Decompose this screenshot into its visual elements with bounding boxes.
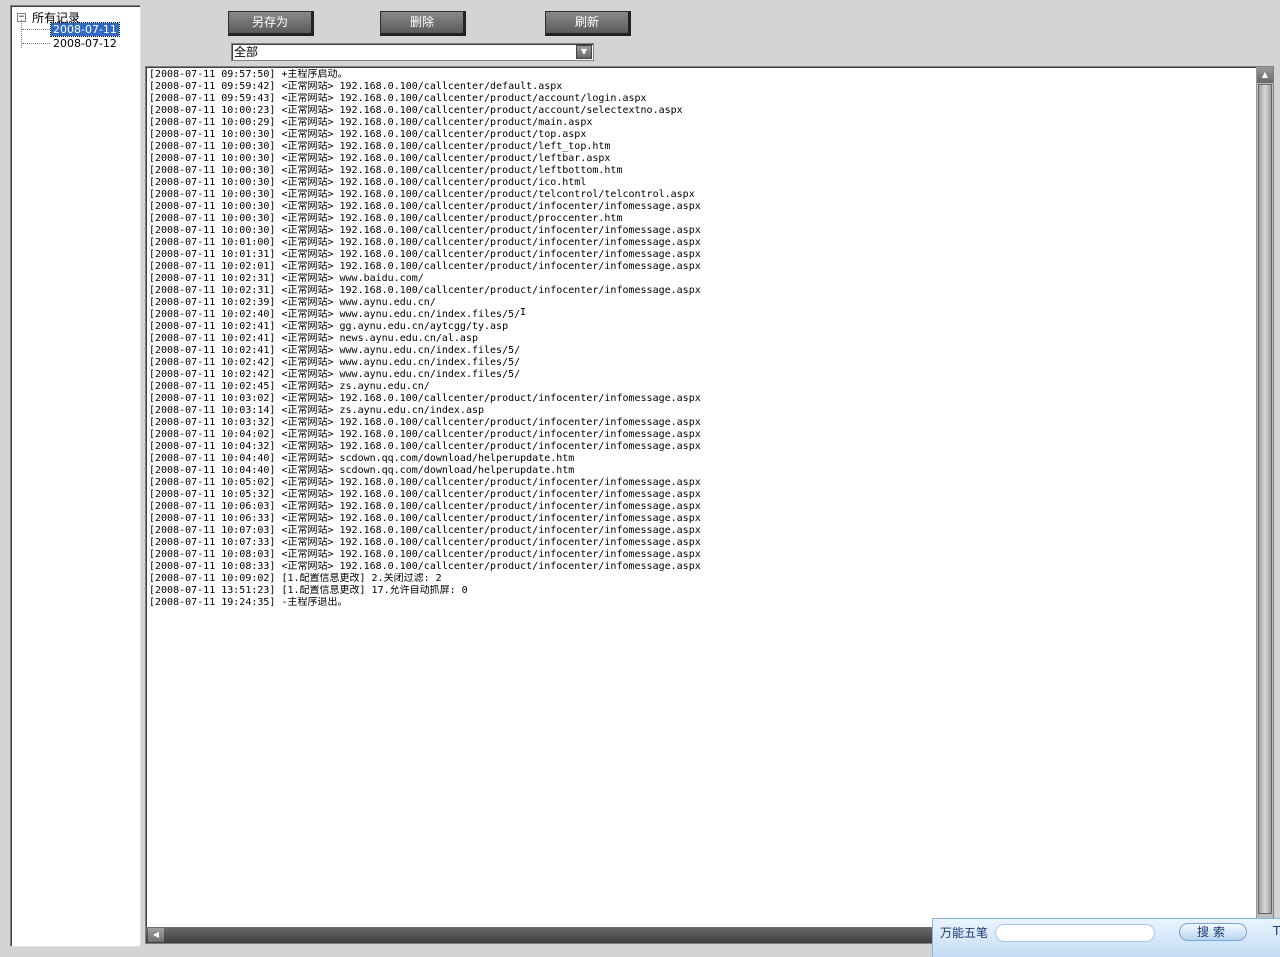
log-line: [2008-07-11 19:24:35] -主程序退出。 bbox=[149, 597, 348, 608]
log-line: [2008-07-11 10:02:41] <正常网站> www.aynu.ed… bbox=[149, 345, 521, 356]
log-line: [2008-07-11 13:51:23] [1.配置信息更改] 17.允许自动… bbox=[149, 585, 468, 596]
log-line: [2008-07-11 10:02:42] <正常网站> www.aynu.ed… bbox=[149, 357, 521, 368]
tree-connector bbox=[22, 43, 50, 44]
record-tree[interactable]: − 所有记录 2008-07-11 2008-07-12 bbox=[10, 5, 141, 947]
log-line: [2008-07-11 10:00:30] <正常网站> 192.168.0.1… bbox=[149, 177, 587, 188]
log-line: [2008-07-11 10:07:03] <正常网站> 192.168.0.1… bbox=[149, 525, 701, 536]
log-line: [2008-07-11 10:01:00] <正常网站> 192.168.0.1… bbox=[149, 237, 701, 248]
log-line: [2008-07-11 09:59:42] <正常网站> 192.168.0.1… bbox=[149, 81, 563, 92]
log-line: [2008-07-11 10:02:45] <正常网站> zs.aynu.edu… bbox=[149, 381, 430, 392]
vertical-scrollbar[interactable]: ▲ bbox=[1256, 67, 1273, 926]
log-line: [2008-07-11 09:59:43] <正常网站> 192.168.0.1… bbox=[149, 93, 647, 104]
log-line: [2008-07-11 10:02:31] <正常网站> 192.168.0.1… bbox=[149, 285, 701, 296]
scroll-thumb[interactable] bbox=[1258, 84, 1272, 914]
log-line: [2008-07-11 10:03:32] <正常网站> 192.168.0.1… bbox=[149, 417, 701, 428]
log-line: [2008-07-11 10:02:39] <正常网站> www.aynu.ed… bbox=[149, 297, 436, 308]
scroll-up-icon[interactable]: ▲ bbox=[1257, 67, 1273, 83]
log-line: [2008-07-11 10:09:02] [1.配置信息更改] 2.关闭过滤:… bbox=[149, 573, 442, 584]
ime-search-input[interactable] bbox=[995, 924, 1155, 942]
ime-extra-button[interactable]: T bbox=[1273, 924, 1280, 938]
log-line: [2008-07-11 10:02:31] <正常网站> www.baidu.c… bbox=[149, 273, 424, 284]
log-line: [2008-07-11 10:04:40] <正常网站> scdown.qq.c… bbox=[149, 465, 575, 476]
log-line: [2008-07-11 10:02:41] <正常网站> gg.aynu.edu… bbox=[149, 321, 509, 332]
log-line: [2008-07-11 10:00:30] <正常网站> 192.168.0.1… bbox=[149, 141, 611, 152]
log-line: [2008-07-11 10:00:30] <正常网站> 192.168.0.1… bbox=[149, 189, 695, 200]
save-as-button[interactable]: 另存为 bbox=[228, 11, 314, 36]
dropdown-arrow-icon[interactable]: ▼ bbox=[576, 45, 592, 59]
log-line: [2008-07-11 10:03:02] <正常网站> 192.168.0.1… bbox=[149, 393, 701, 404]
log-line: [2008-07-11 10:00:30] <正常网站> 192.168.0.1… bbox=[149, 201, 701, 212]
scroll-left-icon[interactable]: ◀ bbox=[148, 928, 164, 942]
log-line: [2008-07-11 10:06:03] <正常网站> 192.168.0.1… bbox=[149, 501, 701, 512]
log-line: [2008-07-11 10:05:32] <正常网站> 192.168.0.1… bbox=[149, 489, 701, 500]
log-line: [2008-07-11 10:05:02] <正常网站> 192.168.0.1… bbox=[149, 477, 701, 488]
log-line: [2008-07-11 10:00:30] <正常网站> 192.168.0.1… bbox=[149, 225, 701, 236]
ime-toolbar[interactable]: 万能五笔 搜索 T bbox=[932, 918, 1280, 957]
tree-item-2008-07-12[interactable]: 2008-07-12 bbox=[51, 37, 119, 50]
log-viewer[interactable]: [2008-07-11 09:57:50] +主程序启动。 [2008-07-11… bbox=[145, 66, 1274, 944]
log-line: [2008-07-11 10:06:33] <正常网站> 192.168.0.1… bbox=[149, 513, 701, 524]
log-line: [2008-07-11 10:04:02] <正常网站> 192.168.0.1… bbox=[149, 429, 701, 440]
log-lines: [2008-07-11 09:57:50] +主程序启动。 [2008-07-11… bbox=[149, 69, 1253, 609]
text-cursor-icon: I bbox=[520, 307, 527, 318]
ime-name[interactable]: 万能五笔 bbox=[940, 924, 988, 941]
log-line: [2008-07-11 10:03:14] <正常网站> zs.aynu.edu… bbox=[149, 405, 485, 416]
log-line: [2008-07-11 10:08:03] <正常网站> 192.168.0.1… bbox=[149, 549, 701, 560]
log-line: [2008-07-11 10:00:30] <正常网站> 192.168.0.1… bbox=[149, 129, 587, 140]
log-line: [2008-07-11 10:00:23] <正常网站> 192.168.0.1… bbox=[149, 105, 683, 116]
log-line: [2008-07-11 10:00:30] <正常网站> 192.168.0.1… bbox=[149, 165, 623, 176]
log-line: [2008-07-11 10:07:33] <正常网站> 192.168.0.1… bbox=[149, 537, 701, 548]
log-line: [2008-07-11 10:02:42] <正常网站> www.aynu.ed… bbox=[149, 369, 521, 380]
log-line: [2008-07-11 10:00:30] <正常网站> 192.168.0.1… bbox=[149, 213, 623, 224]
delete-button[interactable]: 删除 bbox=[380, 11, 466, 36]
ime-search-button[interactable]: 搜索 bbox=[1179, 923, 1247, 941]
log-line: [2008-07-11 10:04:40] <正常网站> scdown.qq.c… bbox=[149, 453, 575, 464]
refresh-button[interactable]: 刷新 bbox=[545, 11, 631, 36]
log-line: [2008-07-11 10:02:40] <正常网站> www.aynu.ed… bbox=[149, 309, 521, 320]
log-line: [2008-07-11 09:57:50] +主程序启动。 bbox=[149, 69, 348, 80]
log-line: [2008-07-11 10:04:32] <正常网站> 192.168.0.1… bbox=[149, 441, 701, 452]
log-line: [2008-07-11 10:00:30] <正常网站> 192.168.0.1… bbox=[149, 153, 611, 164]
log-line: [2008-07-11 10:08:33] <正常网站> 192.168.0.1… bbox=[149, 561, 701, 572]
log-line: [2008-07-11 10:00:29] <正常网站> 192.168.0.1… bbox=[149, 117, 593, 128]
tree-connector bbox=[22, 29, 50, 30]
filter-selected-value: 全部 bbox=[234, 45, 259, 59]
log-line: [2008-07-11 10:02:41] <正常网站> news.aynu.e… bbox=[149, 333, 478, 344]
log-line: [2008-07-11 10:02:01] <正常网站> 192.168.0.1… bbox=[149, 261, 701, 272]
log-line: [2008-07-11 10:01:31] <正常网站> 192.168.0.1… bbox=[149, 249, 701, 260]
filter-select[interactable]: 全部 ▼ bbox=[231, 43, 594, 61]
tree-item-2008-07-11[interactable]: 2008-07-11 bbox=[50, 22, 120, 37]
